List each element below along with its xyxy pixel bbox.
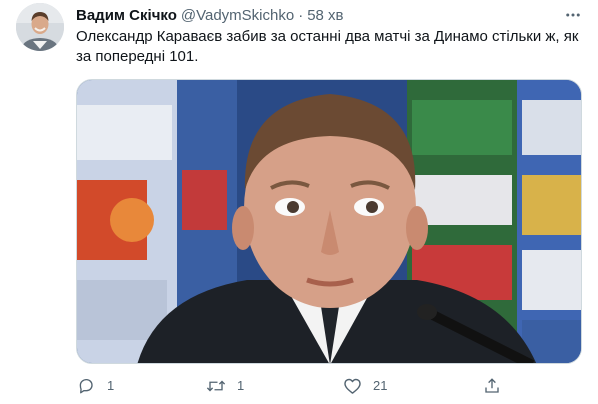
share-button[interactable] <box>482 374 502 398</box>
retweet-button[interactable]: 1 <box>206 374 244 398</box>
retweet-icon <box>206 376 226 396</box>
avatar[interactable] <box>16 3 64 51</box>
like-button[interactable]: 21 <box>342 374 387 398</box>
reply-icon <box>76 376 96 396</box>
tweet-header: Вадим Скічко @VadymSkichko · 58 хв <box>76 6 344 26</box>
timestamp[interactable]: 58 хв <box>307 6 343 26</box>
heart-icon <box>342 376 362 396</box>
reply-count: 1 <box>107 378 115 393</box>
more-icon[interactable] <box>562 4 584 26</box>
user-handle[interactable]: @VadymSkichko <box>181 6 294 26</box>
reply-button[interactable]: 1 <box>76 374 114 398</box>
display-name[interactable]: Вадим Скічко <box>76 6 177 26</box>
avatar-image <box>16 3 64 51</box>
tweet-photo[interactable] <box>76 79 582 364</box>
tweet-actions: 1 1 21 <box>76 374 506 398</box>
retweet-count: 1 <box>237 378 245 393</box>
separator-dot: · <box>298 7 304 24</box>
share-icon <box>482 376 502 396</box>
tweet[interactable]: Вадим Скічко @VadymSkichko · 58 хв Олекс… <box>0 0 598 404</box>
like-count: 21 <box>373 378 388 393</box>
photo-image <box>77 80 581 363</box>
tweet-text: Олександр Караваєв забив за останні два … <box>76 28 579 65</box>
